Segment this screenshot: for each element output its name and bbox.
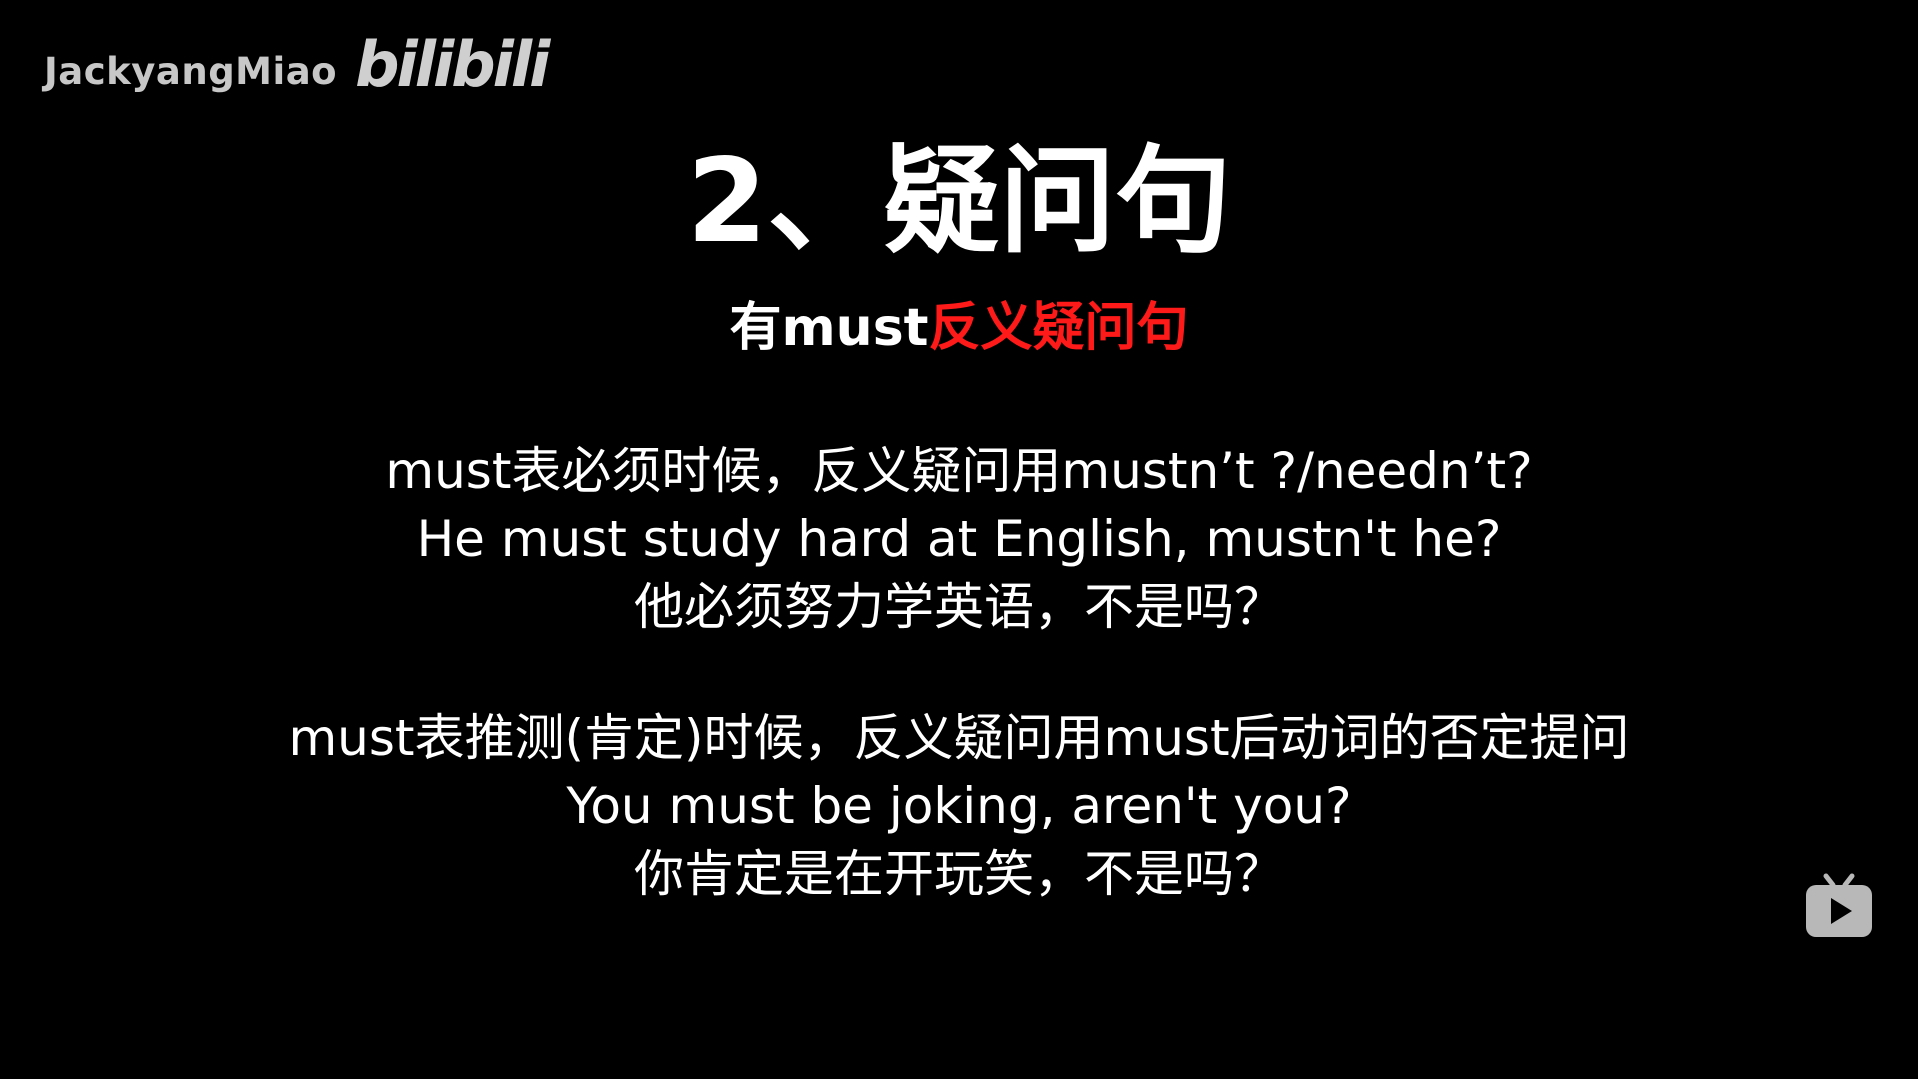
watermark-username: JackyangMiao [44,50,338,93]
bilibili-logo: bilibili [355,28,550,101]
explanation-block-2: must表推测(肯定)时候，反义疑问用must后动词的否定提问 You must… [0,704,1918,908]
example-english: You must be joking, aren't you? [566,777,1352,835]
subtitle-highlight: 反义疑问句 [928,298,1189,358]
example-english: He must study hard at English, mustn't h… [416,510,1502,568]
bilibili-tv-play-icon[interactable] [1804,872,1874,940]
rule-line: must表推测(肯定)时候，反义疑问用must后动词的否定提问 [288,709,1630,767]
explanation-block-1: must表必须时候，反义疑问用mustn’t ?/needn’t? He mus… [0,437,1918,641]
rule-line: must表必须时候，反义疑问用mustn’t ?/needn’t? [385,442,1533,500]
example-chinese: 他必须努力学英语，不是吗？ [634,578,1284,636]
watermark: JackyangMiao bilibili [44,28,550,101]
subtitle-prefix: 有must [729,298,929,358]
example-chinese: 你肯定是在开玩笑，不是吗？ [634,845,1284,903]
slide-title: 2、疑问句 [686,134,1232,269]
slide-subtitle: 有must反义疑问句 [0,298,1918,358]
